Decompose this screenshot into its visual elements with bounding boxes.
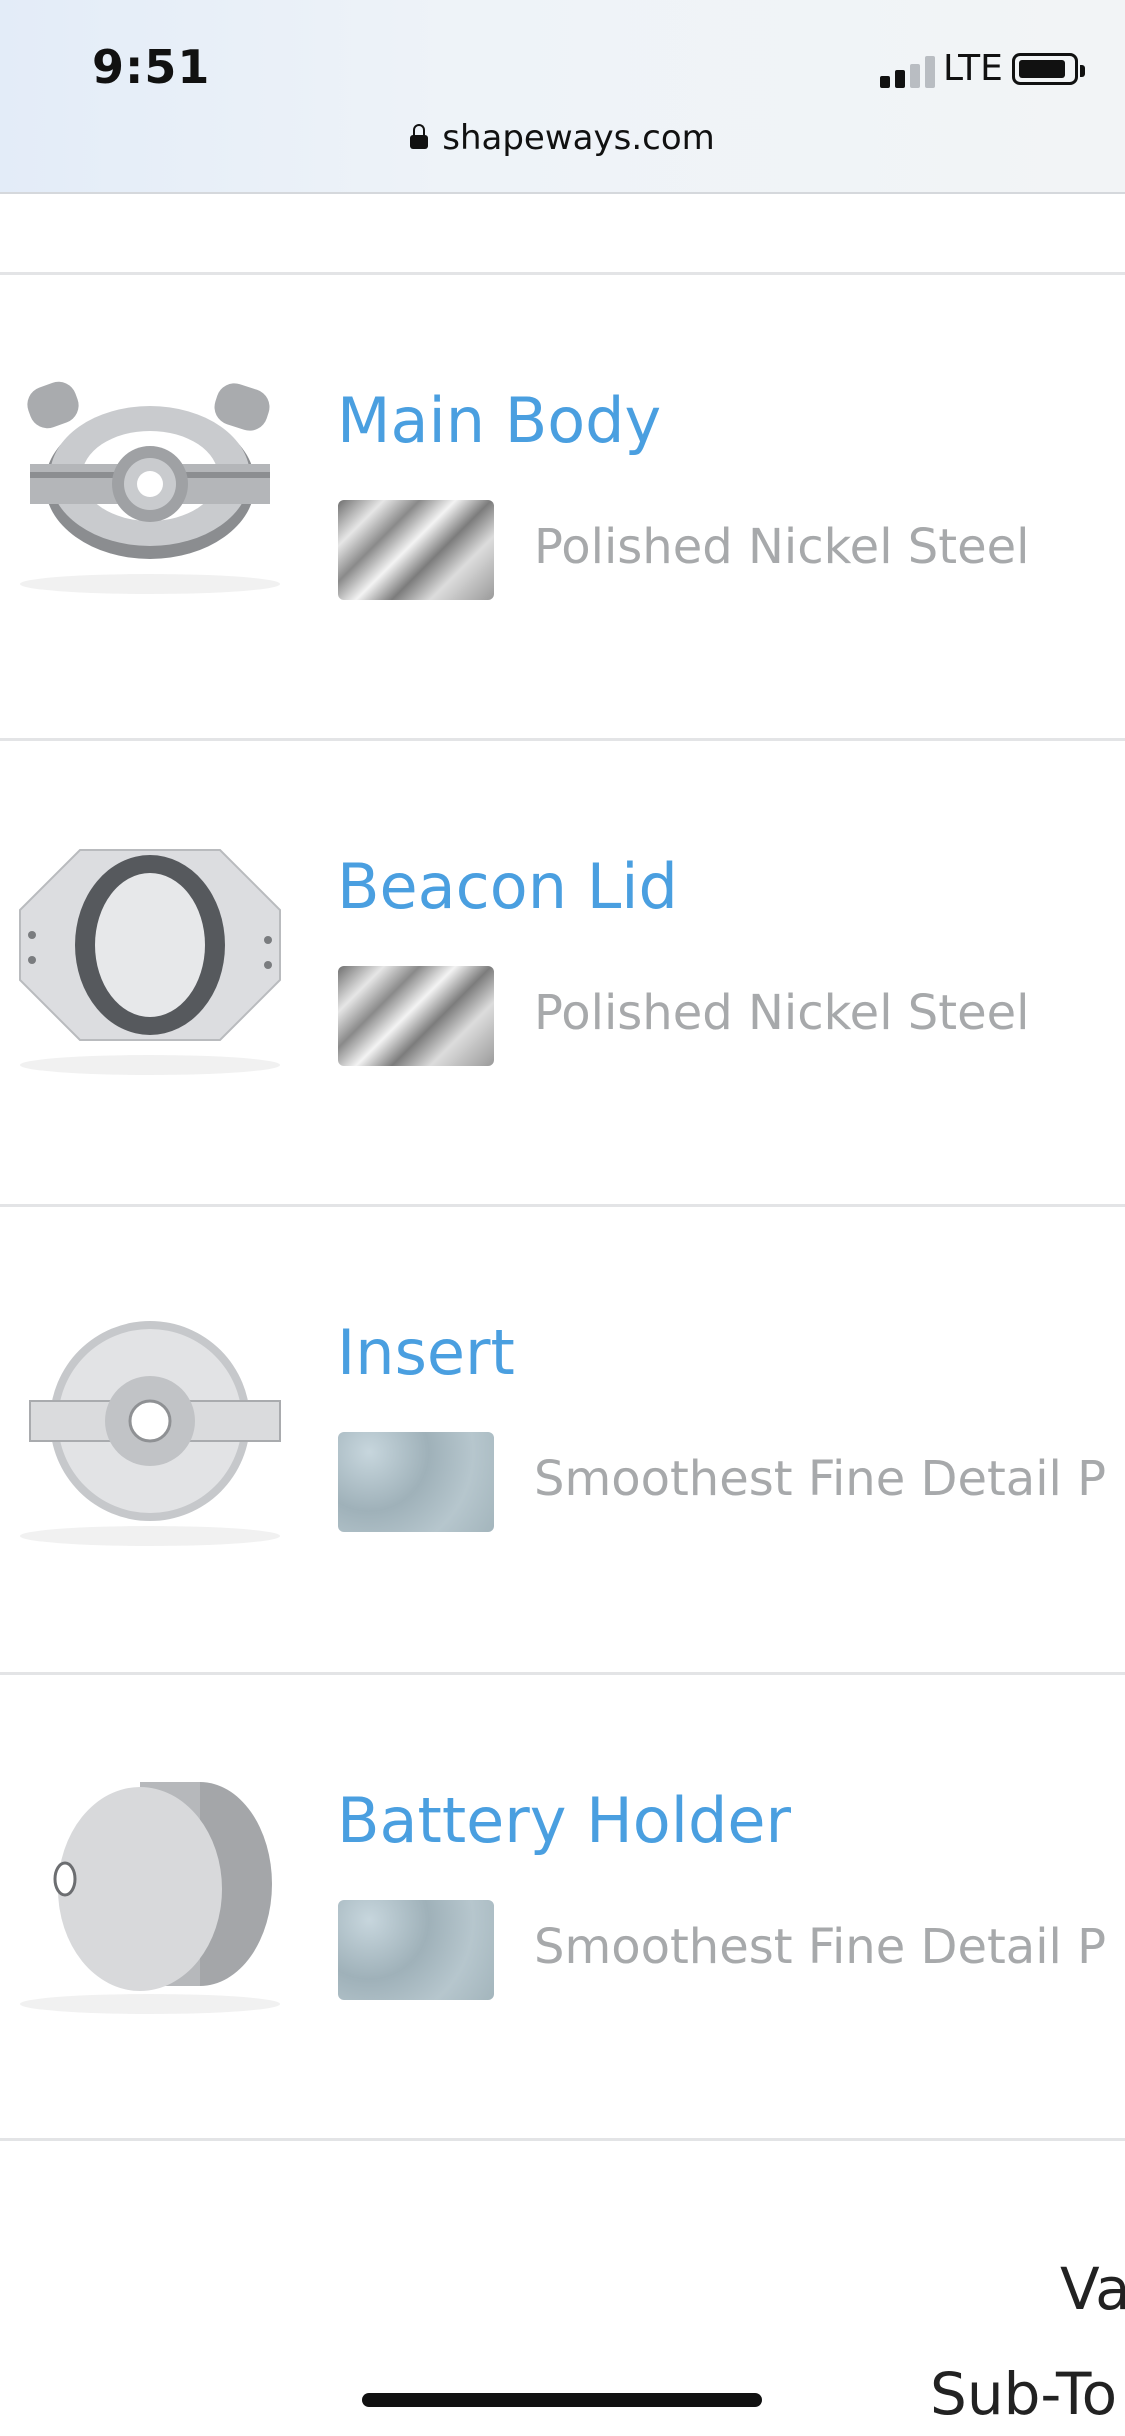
item-name[interactable]: Insert [337, 1316, 515, 1389]
cart-item-beacon-lid[interactable]: Beacon Lid Polished Nickel Steel [0, 740, 1125, 1202]
smoothest-fine-detail-plastic-swatch [338, 1432, 494, 1532]
cart-item-insert[interactable]: Insert Smoothest Fine Detail P [0, 1206, 1125, 1668]
status-time: 9:51 [92, 40, 211, 94]
cart-item-battery-holder[interactable]: Battery Holder Smoothest Fine Detail P [0, 1674, 1125, 2136]
home-indicator[interactable] [362, 2393, 762, 2407]
cellular-signal-icon [880, 56, 940, 88]
item-name[interactable]: Beacon Lid [337, 850, 678, 923]
item-material: Smoothest Fine Detail P [534, 1451, 1107, 1507]
polished-nickel-steel-swatch [338, 500, 494, 600]
insert-thumbnail[interactable] [10, 1306, 290, 1556]
item-material: Smoothest Fine Detail P [534, 1919, 1107, 1975]
main-body-thumbnail[interactable] [10, 364, 290, 614]
battery-icon [1012, 53, 1085, 85]
divider [0, 2138, 1125, 2141]
polished-nickel-steel-swatch [338, 966, 494, 1066]
address-bar[interactable]: shapeways.com [0, 118, 1125, 158]
item-name[interactable]: Battery Holder [337, 1784, 791, 1857]
item-material: Polished Nickel Steel [534, 985, 1030, 1041]
cart-item-main-body[interactable]: Main Body Polished Nickel Steel [0, 274, 1125, 736]
lock-icon [410, 124, 429, 149]
browser-top-bar: 9:51 LTE shapeways.com [0, 0, 1125, 194]
item-material: Polished Nickel Steel [534, 519, 1030, 575]
item-name[interactable]: Main Body [337, 384, 661, 457]
summary-label: Va [1060, 2255, 1125, 2323]
battery-holder-thumbnail[interactable] [10, 1774, 290, 2024]
network-type: LTE [943, 48, 1003, 89]
smoothest-fine-detail-plastic-swatch [338, 1900, 494, 2000]
beacon-lid-thumbnail[interactable] [10, 840, 290, 1090]
subtotal-label: Sub-To [930, 2360, 1118, 2428]
url-text: shapeways.com [442, 118, 715, 158]
